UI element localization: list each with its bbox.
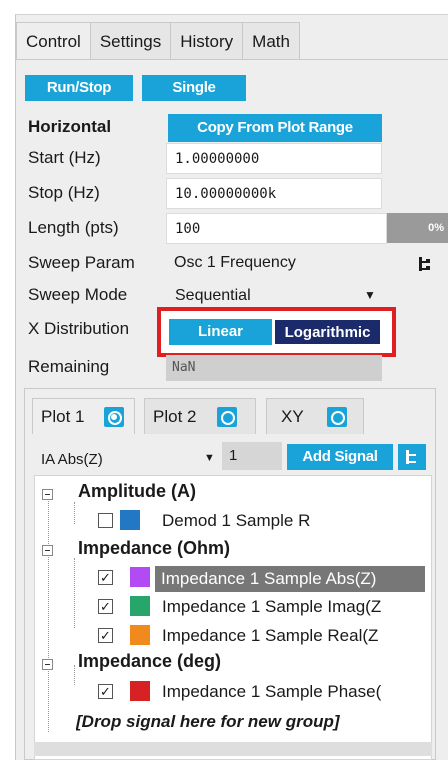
- length-label: Length (pts): [28, 218, 119, 237]
- color-swatch: [130, 596, 150, 616]
- plot-1-radio-icon[interactable]: [104, 407, 124, 427]
- group-amplitude[interactable]: Amplitude (A): [78, 481, 196, 502]
- start-label: Start (Hz): [28, 148, 101, 167]
- add-signal-tree-icon[interactable]: [398, 444, 426, 470]
- run-stop-button[interactable]: Run/Stop: [25, 75, 133, 101]
- signal-impedance-phase[interactable]: Impedance 1 Sample Phase(: [162, 682, 425, 702]
- xdist-logarithmic-option[interactable]: Logarithmic: [274, 319, 381, 345]
- tree-guide: [48, 492, 49, 732]
- chevron-down-icon[interactable]: ▼: [364, 288, 376, 302]
- signal-impedance-abs[interactable]: Impedance 1 Sample Abs(Z): [155, 566, 425, 592]
- signal-tree-icon[interactable]: [419, 257, 431, 271]
- collapse-icon[interactable]: [42, 659, 53, 670]
- color-swatch: [120, 510, 140, 530]
- checkbox[interactable]: ✓: [98, 684, 113, 699]
- plot-1-label: Plot 1: [41, 407, 85, 426]
- add-signal-button[interactable]: Add Signal: [287, 444, 393, 470]
- plot-2-label: Plot 2: [153, 407, 197, 426]
- collapse-icon[interactable]: [42, 545, 53, 556]
- tree-guide: [74, 665, 75, 685]
- horizontal-scrollbar[interactable]: [34, 742, 432, 756]
- sweep-param-value[interactable]: Osc 1 Frequency: [174, 254, 296, 272]
- tab-history[interactable]: History: [170, 22, 244, 60]
- checkbox[interactable]: ✓: [98, 599, 113, 614]
- checkbox[interactable]: [98, 513, 113, 528]
- tab-divider: [15, 59, 448, 60]
- copy-from-plot-range-button[interactable]: Copy From Plot Range: [168, 114, 382, 142]
- stop-label: Stop (Hz): [28, 183, 100, 202]
- collapse-icon[interactable]: [42, 489, 53, 500]
- plot-2-radio-icon[interactable]: [217, 407, 237, 427]
- single-button[interactable]: Single: [142, 75, 246, 101]
- color-swatch: [130, 681, 150, 701]
- tab-plot-2[interactable]: Plot 2: [144, 398, 256, 434]
- sweep-param-label: Sweep Param: [28, 253, 135, 272]
- start-field[interactable]: 1.00000000: [166, 143, 382, 174]
- signal-chevron-down-icon[interactable]: ▼: [204, 452, 215, 464]
- tab-control[interactable]: Control: [16, 22, 91, 60]
- tree-guide: [74, 558, 75, 628]
- length-field[interactable]: 100: [166, 213, 387, 244]
- drop-hint: [Drop signal here for new group]: [76, 712, 340, 731]
- xdist-highlight: Linear Logarithmic: [157, 307, 396, 357]
- signal-impedance-real[interactable]: Impedance 1 Sample Real(Z: [162, 626, 425, 646]
- signal-index[interactable]: 1: [222, 442, 282, 470]
- xy-label: XY: [281, 407, 304, 426]
- stop-field[interactable]: 10.00000000k: [166, 178, 382, 209]
- tab-plot-1[interactable]: Plot 1: [32, 398, 135, 434]
- tree-guide: [74, 502, 75, 524]
- horizontal-heading: Horizontal: [28, 117, 112, 136]
- signal-select[interactable]: IA Abs(Z): [41, 451, 103, 468]
- tab-settings[interactable]: Settings: [89, 22, 172, 60]
- sweep-mode-label: Sweep Mode: [28, 285, 128, 304]
- remaining-value: NaN: [166, 355, 382, 381]
- progress-indicator: 0%: [387, 213, 448, 243]
- remaining-label: Remaining: [28, 357, 110, 376]
- tab-math[interactable]: Math: [242, 22, 300, 60]
- color-swatch: [130, 567, 150, 587]
- xdist-label: X Distribution: [28, 319, 130, 338]
- sweep-mode-select[interactable]: Sequential: [175, 287, 251, 305]
- signal-demod-r[interactable]: Demod 1 Sample R: [162, 511, 310, 531]
- tab-xy[interactable]: XY: [266, 398, 364, 434]
- tab-bar: Control Settings History Math: [16, 22, 300, 60]
- group-impedance-deg[interactable]: Impedance (deg): [78, 651, 221, 672]
- xy-radio-icon[interactable]: [327, 407, 347, 427]
- checkbox[interactable]: ✓: [98, 570, 113, 585]
- xdist-linear-option[interactable]: Linear: [169, 319, 272, 345]
- checkbox[interactable]: ✓: [98, 628, 113, 643]
- color-swatch: [130, 625, 150, 645]
- signal-impedance-imag[interactable]: Impedance 1 Sample Imag(Z: [162, 597, 425, 617]
- group-impedance-ohm[interactable]: Impedance (Ohm): [78, 538, 230, 559]
